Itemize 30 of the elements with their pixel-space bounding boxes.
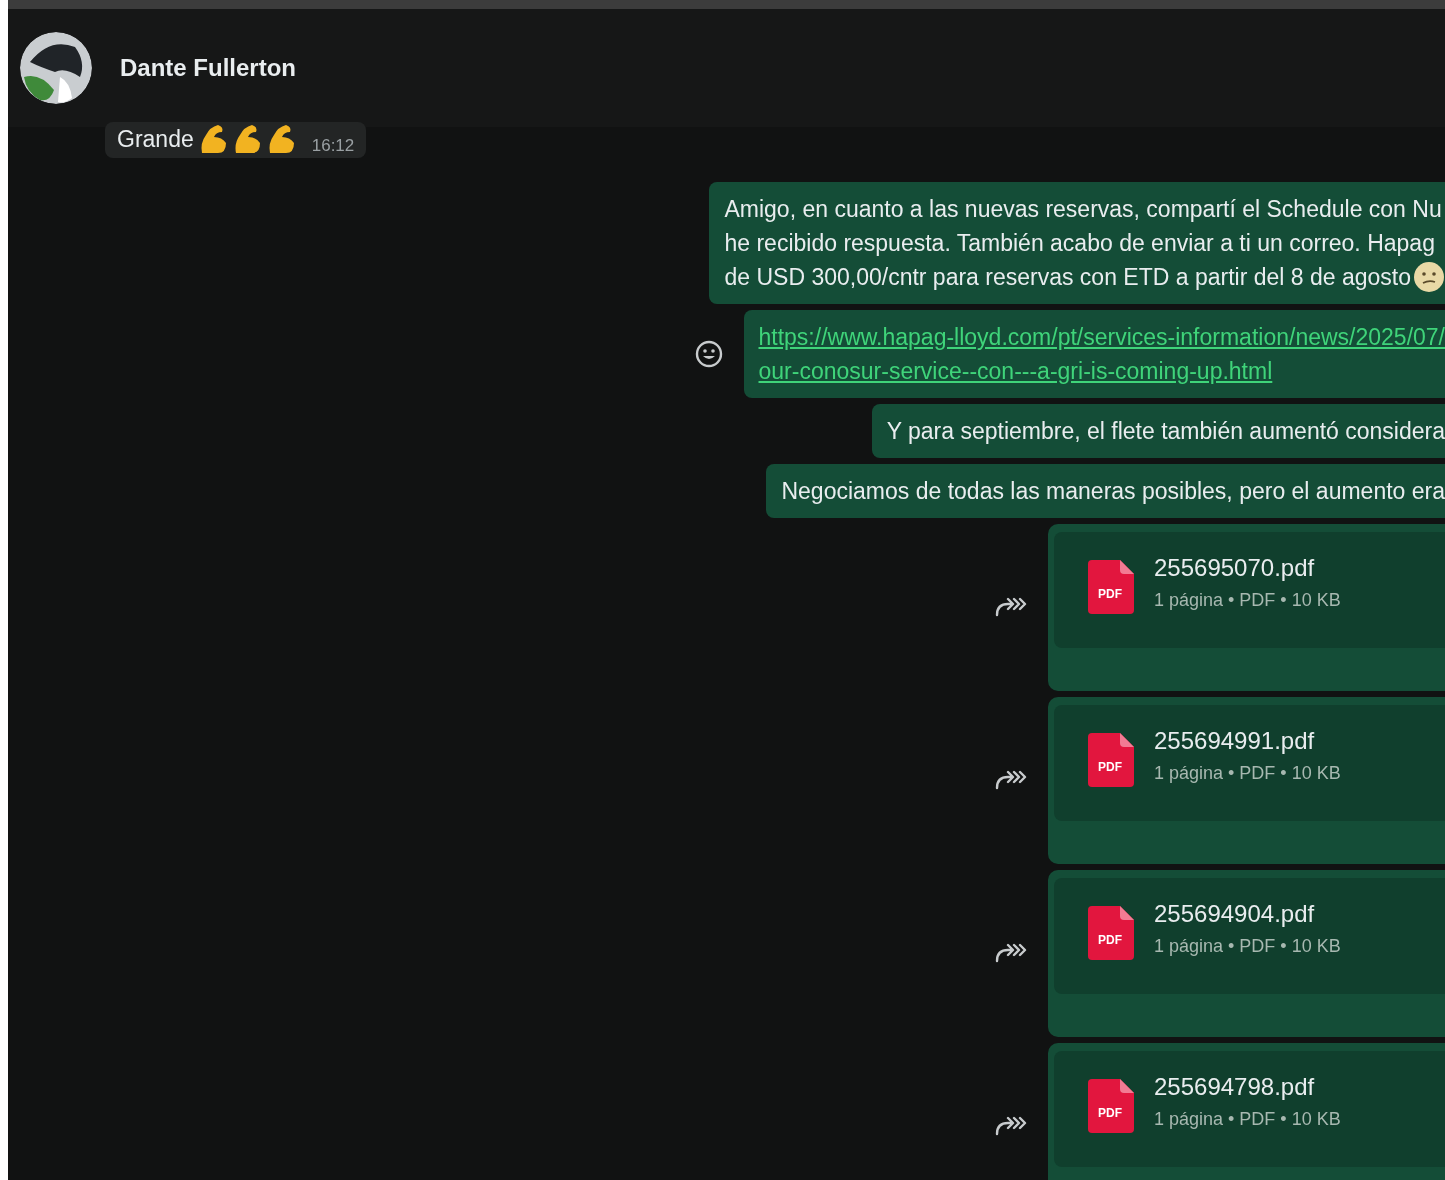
- link[interactable]: https://www.hapag-lloyd.com/pt/services-information/news/2025/07/: [758, 323, 1445, 351]
- file-details: 1 página • PDF • 10 KB: [1154, 1109, 1341, 1130]
- document-bubble[interactable]: PDF 255694904.pdf 1 página • PDF • 10 KB: [1048, 870, 1445, 1037]
- document-bubble[interactable]: PDF 255694798.pdf 1 página • PDF • 10 KB: [1048, 1043, 1445, 1180]
- document-card[interactable]: PDF 255694991.pdf 1 página • PDF • 10 KB: [1054, 705, 1445, 821]
- message-text: Amigo, en cuanto a las nuevas reservas, compartí el Schedule con Nu: [724, 195, 1442, 223]
- file-name: 255694904.pdf: [1154, 900, 1316, 928]
- document-card[interactable]: PDF 255694798.pdf 1 página • PDF • 10 KB: [1054, 1051, 1445, 1167]
- pdf-label: PDF: [1098, 1106, 1122, 1120]
- message-time: 16:12: [311, 136, 355, 156]
- message-text: he recibido respuesta. También acabo de enviar a ti un correo. Hapag: [724, 229, 1435, 257]
- message-text: Negociamos de todas las maneras posibles, pero el aumento era: [781, 477, 1445, 505]
- file-details: 1 página • PDF • 10 KB: [1154, 763, 1341, 784]
- file-name: 255695070.pdf: [1154, 554, 1316, 582]
- file-details: 1 página • PDF • 10 KB: [1154, 936, 1341, 957]
- pdf-label: PDF: [1098, 760, 1122, 774]
- document-bubble[interactable]: PDF 255694991.pdf 1 página • PDF • 10 KB: [1048, 697, 1445, 864]
- pdf-label: PDF: [1098, 933, 1122, 947]
- message-text: de USD 300,00/cntr para reservas con ETD a partir del 8 de agosto: [724, 263, 1411, 291]
- pdf-label: PDF: [1098, 587, 1122, 601]
- message-text: Y para septiembre, el flete también aumentó considera: [886, 417, 1445, 445]
- document-bubble[interactable]: PDF 255695070.pdf 1 página • PDF • 10 KB: [1048, 524, 1445, 691]
- message-text: Grande: [117, 125, 194, 153]
- file-details: 1 página • PDF • 10 KB: [1154, 590, 1341, 611]
- link[interactable]: our-conosur-service--con---a-gri-is-coming-up.html: [758, 357, 1273, 385]
- file-name: 255694798.pdf: [1154, 1073, 1316, 1101]
- document-card[interactable]: PDF 255694904.pdf 1 página • PDF • 10 KB: [1054, 878, 1445, 994]
- file-name: 255694991.pdf: [1154, 727, 1316, 755]
- document-card[interactable]: PDF 255695070.pdf 1 página • PDF • 10 KB: [1054, 532, 1445, 648]
- contact-name: Dante Fullerton: [120, 54, 296, 82]
